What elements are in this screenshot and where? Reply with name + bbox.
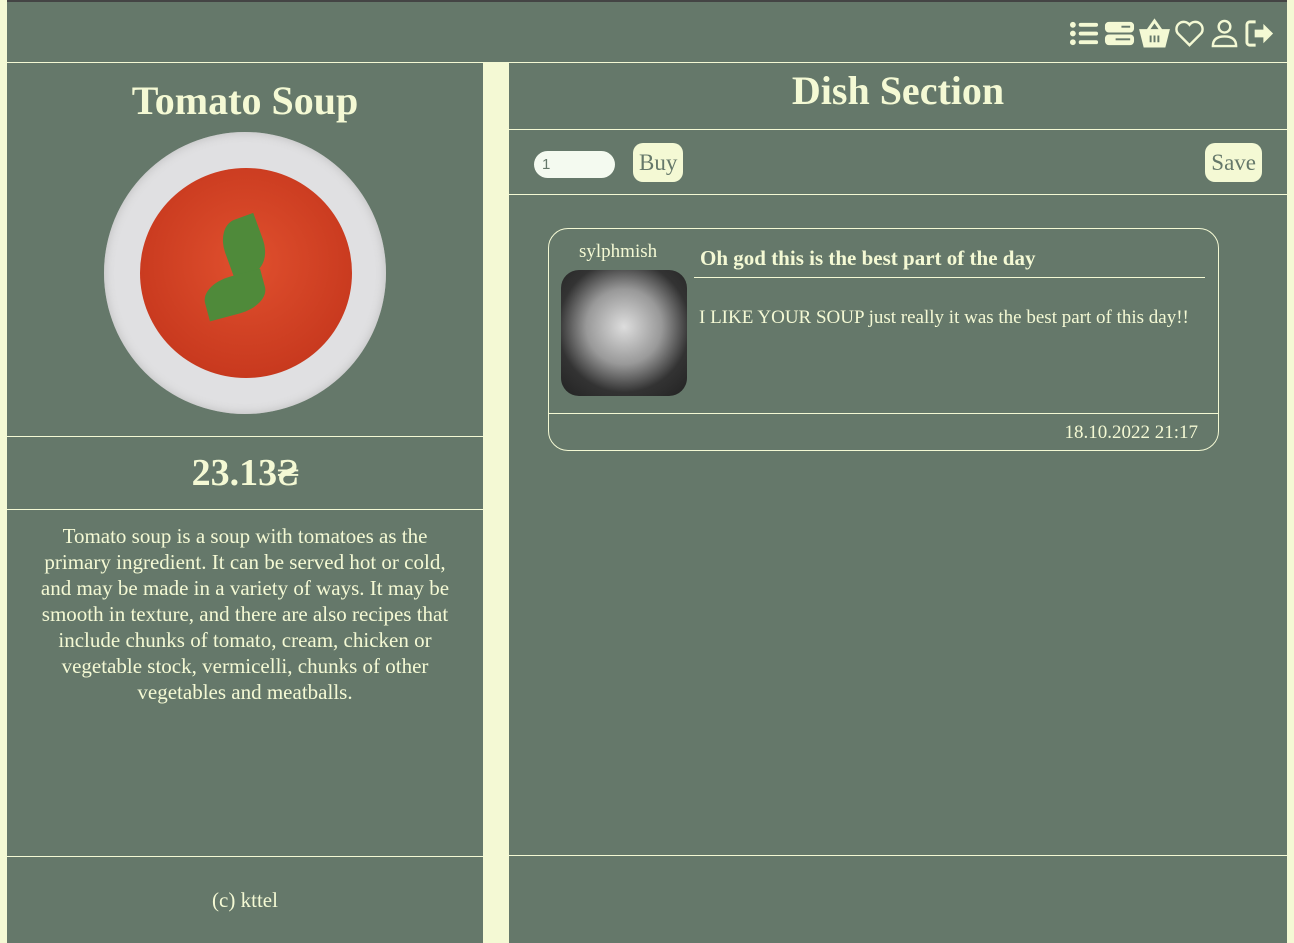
- avatar: [561, 270, 687, 396]
- buy-button[interactable]: Buy: [633, 143, 684, 182]
- footer-copyright: (c) kttel: [212, 888, 278, 912]
- heart-icon[interactable]: [1174, 18, 1205, 49]
- dish-section: Dish Section Buy Save sylphmish Oh god t…: [509, 63, 1287, 943]
- comment-card: sylphmish Oh god this is the best part o…: [548, 228, 1219, 451]
- save-button[interactable]: Save: [1205, 143, 1262, 182]
- dish-price: 23.13₴: [191, 452, 299, 494]
- comment-date: 18.10.2022 21:17: [1064, 422, 1198, 443]
- nav-icons: [1069, 18, 1275, 49]
- comment-title: Oh god this is the best part of the day: [694, 246, 1205, 278]
- section-title: Dish Section: [791, 68, 1005, 113]
- user-icon[interactable]: [1209, 18, 1240, 49]
- dish-panel: Tomato Soup 23.13₴ Tomato soup is a soup…: [7, 63, 483, 943]
- list-icon[interactable]: [1069, 18, 1100, 49]
- logout-icon[interactable]: [1244, 18, 1275, 49]
- dish-image: [104, 132, 386, 414]
- comment-username: sylphmish: [579, 241, 658, 262]
- comment-text: I LIKE YOUR SOUP just really it was the …: [699, 307, 1189, 328]
- top-bar: [7, 0, 1287, 63]
- dish-description: Tomato soup is a soup with tomatoes as t…: [40, 524, 450, 704]
- orders-icon[interactable]: [1104, 18, 1135, 49]
- quantity-input[interactable]: [534, 151, 615, 178]
- dish-name: Tomato Soup: [131, 78, 359, 123]
- basket-icon[interactable]: [1139, 18, 1170, 49]
